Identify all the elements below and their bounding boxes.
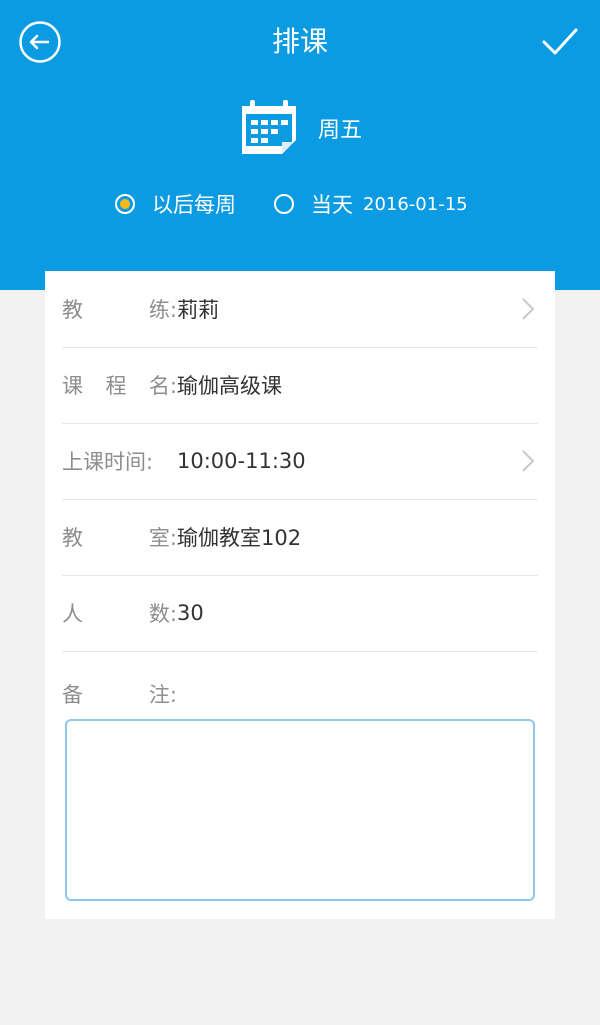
course-row[interactable]: 课 程 名: 瑜伽高级课 — [62, 347, 538, 424]
day-label: 周五 — [318, 118, 363, 143]
page-title: 排课 — [271, 25, 328, 58]
chevron-right-icon — [522, 298, 535, 320]
coach-row[interactable]: 教 练: 莉莉 — [62, 271, 538, 348]
note-textarea[interactable] — [65, 719, 535, 901]
radio-unchecked-icon — [274, 194, 294, 214]
radio-checked-icon — [115, 194, 135, 214]
count-row[interactable]: 人 数: 30 — [62, 575, 538, 652]
radio-today[interactable]: 当天 2016-01-15 — [274, 189, 468, 219]
time-value: 10:00-11:30 — [177, 449, 306, 473]
count-label: 人 数: — [62, 602, 177, 626]
radio-today-date: 2016-01-15 — [363, 193, 468, 215]
calendar-icon — [242, 100, 296, 154]
repeat-options: 以后每周 当天 2016-01-15 — [115, 186, 468, 222]
checkmark-icon — [542, 28, 578, 55]
note-label: 备 注: — [62, 683, 177, 707]
room-label: 教 室: — [62, 526, 177, 550]
schedule-form: 教 练: 莉莉 课 程 名: 瑜伽高级课 上课时间: 10:00-11:30 教… — [45, 271, 555, 919]
count-value: 30 — [177, 601, 204, 625]
day-display: 周五 — [240, 98, 362, 158]
radio-today-label: 当天 — [311, 193, 353, 217]
confirm-button[interactable] — [540, 22, 580, 62]
room-value: 瑜伽教室102 — [177, 526, 302, 550]
chevron-right-icon — [522, 450, 535, 472]
coach-value: 莉莉 — [177, 298, 219, 322]
radio-every-week[interactable]: 以后每周 — [115, 189, 236, 219]
time-label: 上课时间: — [62, 450, 154, 474]
header-bar: 排课 周五 以后每周 当天 2016-01-15 — [0, 0, 600, 290]
course-value: 瑜伽高级课 — [177, 374, 282, 398]
course-label: 课 程 名: — [62, 374, 177, 398]
time-row[interactable]: 上课时间: 10:00-11:30 — [62, 423, 538, 500]
radio-every-week-label: 以后每周 — [152, 193, 236, 217]
room-row[interactable]: 教 室: 瑜伽教室102 — [62, 499, 538, 576]
coach-label: 教 练: — [62, 298, 177, 322]
